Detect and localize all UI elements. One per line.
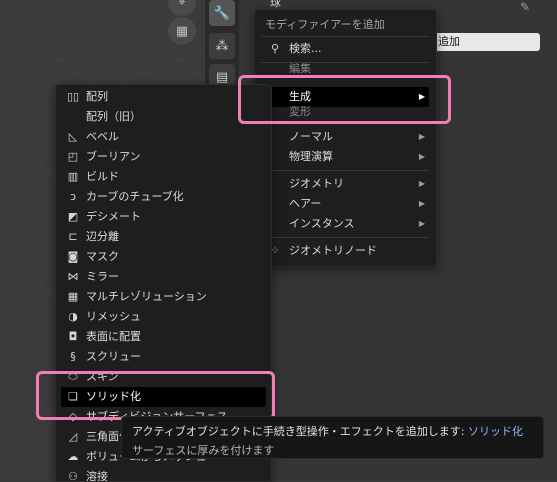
instances-label: インスタンス [289, 217, 355, 230]
modifier-wrench-icon[interactable]: 🔧 [209, 0, 235, 26]
generate-item[interactable]: ↄ カーブのチューブ化 [61, 187, 266, 207]
generate-item[interactable]: ⬭ スキン [61, 367, 266, 387]
bevel-icon: ◺ [68, 130, 78, 143]
generate-item-label: スクリュー [86, 350, 141, 363]
normal-label: ノーマル [289, 130, 333, 143]
generate-item[interactable]: ◙ マスク [61, 247, 266, 267]
skin-icon: ⬭ [68, 370, 78, 383]
generate-item[interactable]: ◰ ブーリアン [61, 147, 266, 167]
generate-item[interactable]: ❏ ソリッド化 [61, 387, 266, 407]
search-menu-item[interactable]: ⚲ 検索... [261, 39, 429, 59]
build-icon: ▥ [67, 170, 79, 183]
physics-label: 物理演算 [289, 150, 333, 163]
generate-item-label: 配列（旧） [86, 110, 141, 123]
submenu-arrow-icon: ▶ [418, 152, 425, 161]
mirror-icon: ⋈ [67, 270, 79, 283]
geometry-nodes-label: ジオメトリノード [289, 244, 377, 257]
multires-icon: ▦ [67, 290, 79, 303]
menu-separator [261, 170, 429, 171]
generate-item-label: ブーリアン [86, 150, 141, 163]
generate-item[interactable]: ◺ ベベル [61, 127, 266, 147]
volume-to-mesh-icon: ☁ [67, 450, 79, 463]
generate-label: 生成 [289, 90, 311, 103]
generate-item-label: ミラー [86, 270, 119, 283]
generate-item[interactable]: 配列（旧） [61, 107, 266, 127]
tooltip-description: サーフェスに厚みを付けます [132, 444, 275, 457]
generate-item-label: マスク [86, 250, 119, 263]
search-label: 検索... [289, 42, 322, 55]
weld-icon: ⚇ [68, 470, 78, 482]
particles-icon[interactable]: ⁂ [209, 33, 235, 59]
hair-label: ヘアー [289, 197, 322, 210]
menu-item-instances[interactable]: インスタンス ▶ [261, 214, 429, 234]
generate-item-label: 溶接 [86, 470, 108, 482]
submenu-arrow-icon: ▶ [418, 179, 425, 188]
generate-item[interactable]: ◩ デシメート [61, 207, 266, 227]
menu-item-deform[interactable]: 変形 [261, 106, 429, 118]
generate-item[interactable]: ▥ ビルド [61, 167, 266, 187]
screw-icon: § [70, 350, 76, 363]
tooltip: アクティブオブジェクトに手続き型操作・エフェクトを追加します: ソリッド化 サー… [121, 416, 544, 459]
generate-item-label: 表面に配置 [86, 330, 141, 343]
solidify-icon: ❏ [68, 390, 78, 403]
generate-item-label: 辺分離 [86, 230, 119, 243]
generate-item[interactable]: ⋈ ミラー [61, 267, 266, 287]
generate-item[interactable]: ◑ リメッシュ [61, 307, 266, 327]
mask-icon: ◙ [67, 250, 79, 263]
array-legacy-icon [67, 111, 79, 123]
generate-item-label: カーブのチューブ化 [86, 190, 184, 203]
tooltip-highlight: ソリッド化 [468, 425, 523, 438]
generate-item[interactable]: ▯▯ 配列 [61, 87, 266, 107]
edit-label: 編集 [289, 63, 311, 75]
generate-item-label: ベベル [86, 130, 119, 143]
generate-item-label: スキン [86, 370, 119, 383]
subsurf-icon: ◇ [68, 410, 78, 423]
edge-split-icon: ⊏ [68, 230, 78, 243]
submenu-arrow-icon: ▶ [418, 92, 425, 101]
search-icon: ⚲ [270, 42, 280, 55]
generate-item[interactable]: ◘ 表面に配置 [61, 327, 266, 347]
generate-item-label: ソリッド化 [86, 390, 141, 403]
tooltip-main-text: アクティブオブジェクトに手続き型操作・エフェクトを追加します: [132, 425, 468, 438]
menu-item-hair[interactable]: ヘアー ▶ [261, 194, 429, 214]
menu-separator [261, 36, 429, 37]
pin-icon[interactable]: ✎ [520, 0, 530, 14]
menu-separator [261, 237, 429, 238]
generate-item-label: 配列 [86, 90, 108, 103]
grid-view-icon[interactable]: ▦ [168, 17, 196, 45]
menu-item-physics[interactable]: 物理演算 ▶ [261, 147, 429, 167]
generate-item-label: マルチレゾリューション [86, 290, 207, 303]
generate-item-label: ビルド [86, 170, 119, 183]
generate-item[interactable]: § スクリュー [61, 347, 266, 367]
menu-item-geometry-nodes[interactable]: ⁘ ジオメトリノード [261, 241, 429, 261]
tooltip-main: アクティブオブジェクトに手続き型操作・エフェクトを追加します: ソリッド化 [132, 423, 533, 439]
menu-item-edit[interactable]: 編集 [261, 63, 429, 75]
triangulate-icon: ◿ [68, 430, 78, 443]
generate-item-label: リメッシュ [86, 310, 141, 323]
surface-deform-icon: ◘ [68, 330, 78, 343]
array-icon: ▯▯ [67, 90, 80, 103]
menu-item-geometry[interactable]: ジオメトリ ▶ [261, 174, 429, 194]
curve-to-tube-icon: ↄ [69, 190, 77, 203]
menu-title: モディファイアーを追加 [265, 18, 385, 31]
boolean-icon: ◰ [67, 150, 79, 163]
submenu-arrow-icon: ▶ [418, 219, 425, 228]
submenu-arrow-icon: ▶ [418, 132, 425, 141]
generate-item[interactable]: ⊏ 辺分離 [61, 227, 266, 247]
menu-item-generate[interactable]: 生成 ▶ [261, 87, 429, 107]
decimate-icon: ◩ [67, 210, 79, 223]
geometry-label: ジオメトリ [289, 177, 344, 190]
add-modifier-button[interactable]: 追加 [430, 33, 540, 51]
menu-item-normal[interactable]: ノーマル ▶ [261, 127, 429, 147]
generate-item-label: デシメート [86, 210, 141, 223]
add-modifier-menu: モディファイアーを追加 ⚲ 検索... 編集 生成 ▶ 変形 ノーマル ▶ 物理… [254, 9, 437, 267]
generate-item[interactable]: ▦ マルチレゾリューション [61, 287, 266, 307]
remesh-icon: ◑ [68, 310, 78, 323]
deform-label: 変形 [289, 106, 311, 118]
submenu-arrow-icon: ▶ [418, 199, 425, 208]
